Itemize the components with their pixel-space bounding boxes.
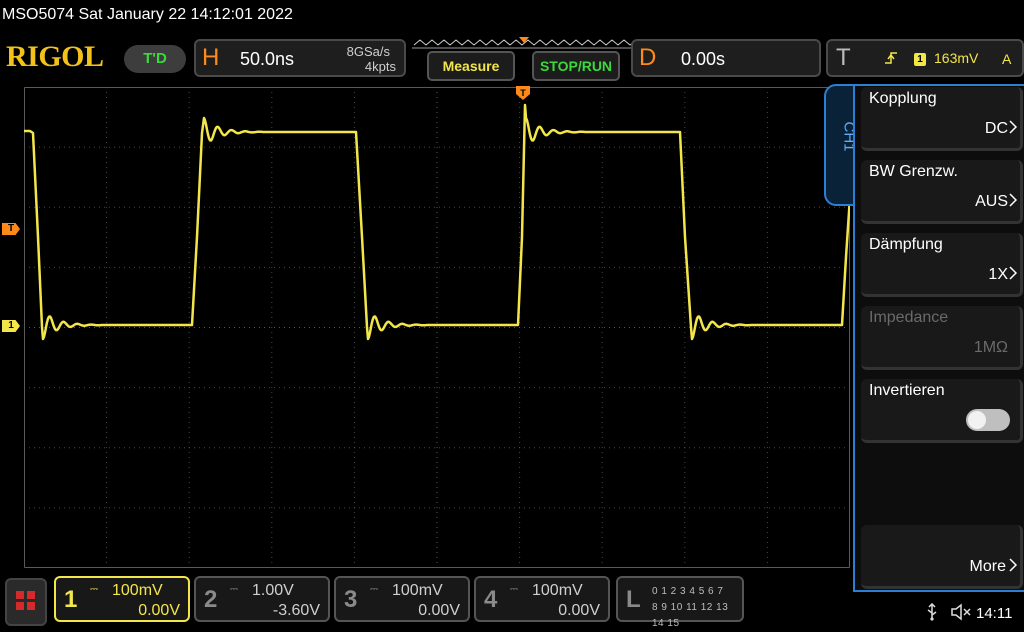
menu-item-kopplung[interactable]: Kopplung DC: [861, 87, 1023, 151]
channel-1-status[interactable]: 1 ⎓ 100mV 0.00V: [54, 576, 190, 622]
menu-item-label: Impedance: [869, 309, 949, 326]
channel-offset: 0.00V: [558, 602, 600, 619]
horizontal-label: H: [202, 44, 220, 71]
menu-item-value: 1MΩ: [973, 339, 1008, 356]
dc-coupling-icon: ⎓: [510, 584, 518, 595]
channel-3-status[interactable]: 3 ⎓ 100mV 0.00V: [334, 576, 470, 622]
channel-4-status[interactable]: 4 ⎓ 100mV 0.00V: [474, 576, 610, 622]
ch1-offset-marker[interactable]: 1: [2, 320, 20, 332]
logic-analyzer-status[interactable]: L 0 1 2 3 4 5 6 7 8 9 10 11 12 13 14 15: [616, 576, 744, 629]
channel-offset: -3.60V: [272, 602, 320, 619]
measure-button[interactable]: Measure: [427, 51, 515, 81]
channel-offset: 0.00V: [138, 602, 180, 619]
channel-scale: 100mV: [112, 582, 163, 599]
memory-depth: 4kpts: [364, 59, 396, 74]
logic-row-1: 0 1 2 3 4 5 6 7: [652, 586, 724, 597]
chevron-right-icon: [1009, 558, 1018, 572]
menu-item-bw-limit[interactable]: BW Grenzw. AUS: [861, 160, 1023, 224]
menu-item-invert[interactable]: Invertieren: [861, 379, 1023, 443]
channel-scale: 1.00V: [252, 582, 294, 599]
channel-offset: 0.00V: [418, 602, 460, 619]
menu-item-value: AUS: [975, 193, 1008, 210]
menu-item-value: DC: [984, 120, 1008, 137]
horizontal-timebase-box[interactable]: H 50.0ns 8GSa/s 4kpts: [194, 39, 406, 77]
channel-menu: Kopplung DC BW Grenzw. AUS Dämpfung 1X I…: [853, 84, 1024, 592]
stop-run-button[interactable]: STOP/RUN: [532, 51, 620, 81]
trigger-level: 163mV: [934, 50, 979, 66]
chevron-right-icon: [1009, 193, 1018, 207]
channel-scale: 100mV: [392, 582, 443, 599]
delay-label: D: [639, 44, 657, 71]
clock: 14:11: [976, 605, 1013, 622]
menu-item-more[interactable]: More: [861, 525, 1023, 589]
menu-item-label: BW Grenzw.: [869, 163, 958, 180]
window-title: MSO5074 Sat January 22 14:12:01 2022: [2, 6, 293, 23]
delay-box[interactable]: D 0.00s: [631, 39, 821, 77]
trigger-time-marker: T: [516, 86, 530, 106]
waveform-overview[interactable]: [412, 37, 636, 51]
channel-scale: 100mV: [532, 582, 583, 599]
speaker-muted-icon[interactable]: [950, 603, 972, 626]
menu-item-impedance: Impedance 1MΩ: [861, 306, 1023, 370]
trigger-box[interactable]: T 1 163mV A: [826, 39, 1024, 77]
trigger-source: 1: [914, 53, 926, 66]
delay-value: 0.00s: [681, 49, 726, 69]
chevron-right-icon: [1009, 266, 1018, 280]
trigger-mode: A: [1002, 51, 1012, 67]
svg-text:T: T: [520, 88, 526, 98]
logic-channels: 0 1 2 3 4 5 6 7 8 9 10 11 12 13 14 15: [652, 584, 742, 632]
chevron-right-icon: [1009, 120, 1018, 134]
waveform-display[interactable]: [24, 87, 850, 568]
run-state-indicator[interactable]: T'D: [124, 45, 186, 73]
more-label: More: [969, 558, 1006, 575]
dc-coupling-icon: ⎓: [90, 584, 98, 595]
trigger-level-marker[interactable]: T: [2, 223, 20, 235]
menu-item-label: Kopplung: [869, 90, 937, 107]
dc-coupling-icon: ⎓: [230, 584, 238, 595]
timebase-value: 50.0ns: [240, 49, 295, 69]
menu-item-label: Dämpfung: [869, 236, 943, 253]
menu-item-blank: [861, 452, 1023, 516]
channel-number: 1: [64, 586, 78, 613]
menu-item-label: Invertieren: [869, 382, 945, 399]
logic-label: L: [626, 586, 641, 613]
channel-number: 3: [344, 586, 358, 613]
invert-toggle[interactable]: [966, 409, 1010, 431]
channel-number: 2: [204, 586, 218, 613]
channel-2-status[interactable]: 2 ⎓ 1.00V -3.60V: [194, 576, 330, 622]
trigger-label: T: [836, 44, 851, 71]
menu-item-value: 1X: [988, 266, 1008, 283]
logic-row-2: 8 9 10 11 12 13 14 15: [652, 602, 729, 629]
sample-rate: 8GSa/s: [346, 44, 390, 59]
dc-coupling-icon: ⎓: [370, 584, 378, 595]
channel-number: 4: [484, 586, 498, 613]
home-menu-button[interactable]: [5, 578, 47, 626]
menu-item-probe-ratio[interactable]: Dämpfung 1X: [861, 233, 1023, 297]
grid-icon: [16, 591, 24, 599]
rising-edge-icon: [884, 51, 898, 68]
graticule: [24, 87, 850, 568]
rigol-logo: RIGOL: [6, 40, 104, 73]
usb-icon: [925, 602, 939, 626]
